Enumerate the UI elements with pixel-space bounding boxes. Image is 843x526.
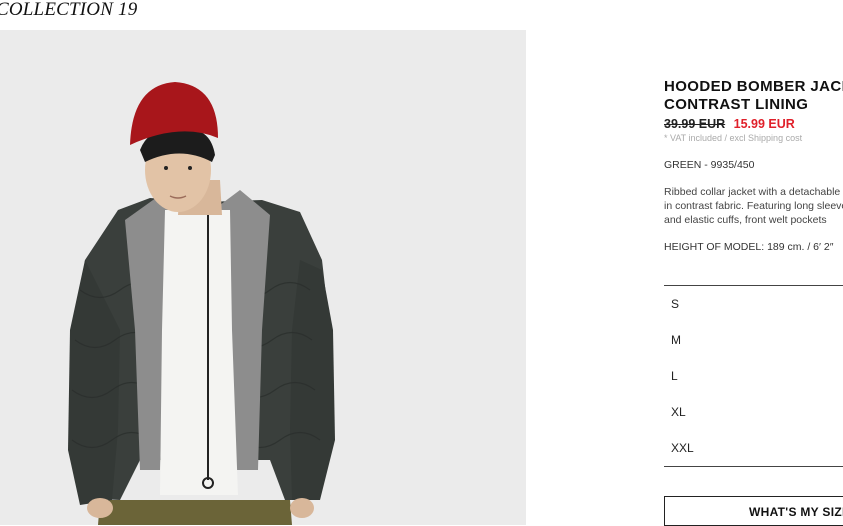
size-selector: S M L XL XXL: [664, 285, 843, 467]
model-height: HEIGHT OF MODEL: 189 cm. / 6′ 2″: [664, 241, 834, 253]
whats-my-size-button[interactable]: WHAT'S MY SIZE: [664, 496, 843, 526]
size-option-xxl[interactable]: XXL: [664, 430, 843, 466]
size-option-m[interactable]: M: [664, 322, 843, 358]
price-block: 39.99 EUR 15.99 EUR: [664, 117, 843, 131]
old-price: 39.99 EUR: [664, 117, 726, 131]
color-reference: GREEN - 9935/450: [664, 159, 755, 171]
collection-title: COLLECTION 19: [0, 0, 138, 20]
product-description: Ribbed collar jacket with a detachable h…: [664, 186, 843, 226]
size-option-xl[interactable]: XL: [664, 394, 843, 430]
size-option-s[interactable]: S: [664, 286, 843, 322]
size-option-l[interactable]: L: [664, 358, 843, 394]
product-image[interactable]: [0, 30, 526, 525]
sale-price: 15.99 EUR: [733, 117, 795, 131]
vat-note: * VAT included / excl Shipping cost: [664, 133, 803, 143]
product-name: HOODED BOMBER JACKET WITH CONTRAST LININ…: [664, 78, 843, 113]
